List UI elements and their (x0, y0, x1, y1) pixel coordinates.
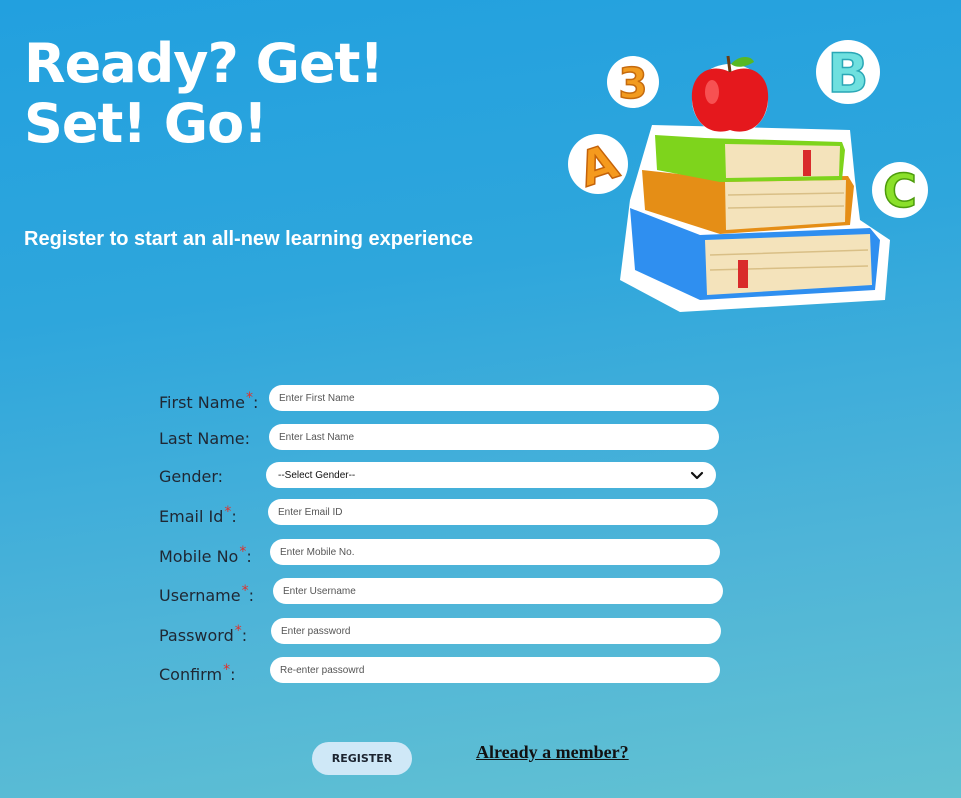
last-name-row: Last Name: (159, 424, 759, 452)
register-button[interactable]: REGISTER (312, 742, 412, 775)
password-label: Password*: (159, 623, 248, 645)
first-name-row: First Name*: (159, 385, 759, 413)
last-name-label: Last Name: (159, 429, 251, 448)
title-line-1: Ready? Get! (24, 32, 384, 95)
mobile-label: Mobile No*: (159, 544, 252, 566)
last-name-input[interactable] (269, 424, 719, 450)
letter-b-icon: B (816, 40, 880, 106)
gender-select[interactable]: --Select Gender-- (266, 462, 716, 488)
required-marker: * (245, 390, 253, 406)
password-input[interactable] (271, 618, 721, 644)
first-name-label: First Name*: (159, 390, 259, 412)
gender-row: Gender: --Select Gender-- (159, 462, 759, 490)
email-label: Email Id*: (159, 504, 237, 526)
letter-c-icon: C (872, 162, 928, 219)
letter-3-icon: 3 (607, 56, 659, 109)
required-marker: * (223, 662, 231, 678)
gender-label: Gender: (159, 467, 224, 486)
svg-text:3: 3 (618, 59, 647, 108)
confirm-label: Confirm*: (159, 662, 236, 684)
mobile-input[interactable] (270, 539, 720, 565)
books-apple-abc-icon: 3 B A C (568, 40, 928, 312)
chevron-down-icon (690, 471, 704, 480)
title-line-2: Set! Go! (24, 92, 268, 155)
required-marker: * (241, 583, 249, 599)
page-title: Ready? Get! Set! Go! (24, 32, 384, 155)
apple-icon (691, 55, 769, 136)
first-name-input[interactable] (269, 385, 719, 411)
letter-a-icon: A (568, 133, 628, 199)
svg-text:C: C (883, 164, 917, 218)
username-input[interactable] (273, 578, 723, 604)
confirm-password-input[interactable] (270, 657, 720, 683)
page-subtitle: Register to start an all-new learning ex… (24, 228, 474, 250)
svg-text:B: B (827, 42, 868, 105)
already-member-link[interactable]: Already a member? (476, 742, 629, 763)
email-input[interactable] (268, 499, 718, 525)
mobile-row: Mobile No*: (159, 539, 759, 567)
email-row: Email Id*: (159, 499, 759, 527)
required-marker: * (234, 623, 242, 639)
confirm-row: Confirm*: (159, 657, 759, 685)
password-row: Password*: (159, 618, 759, 646)
gender-selected-value: --Select Gender-- (278, 469, 356, 481)
username-row: Username*: (159, 578, 759, 606)
username-label: Username*: (159, 583, 254, 605)
